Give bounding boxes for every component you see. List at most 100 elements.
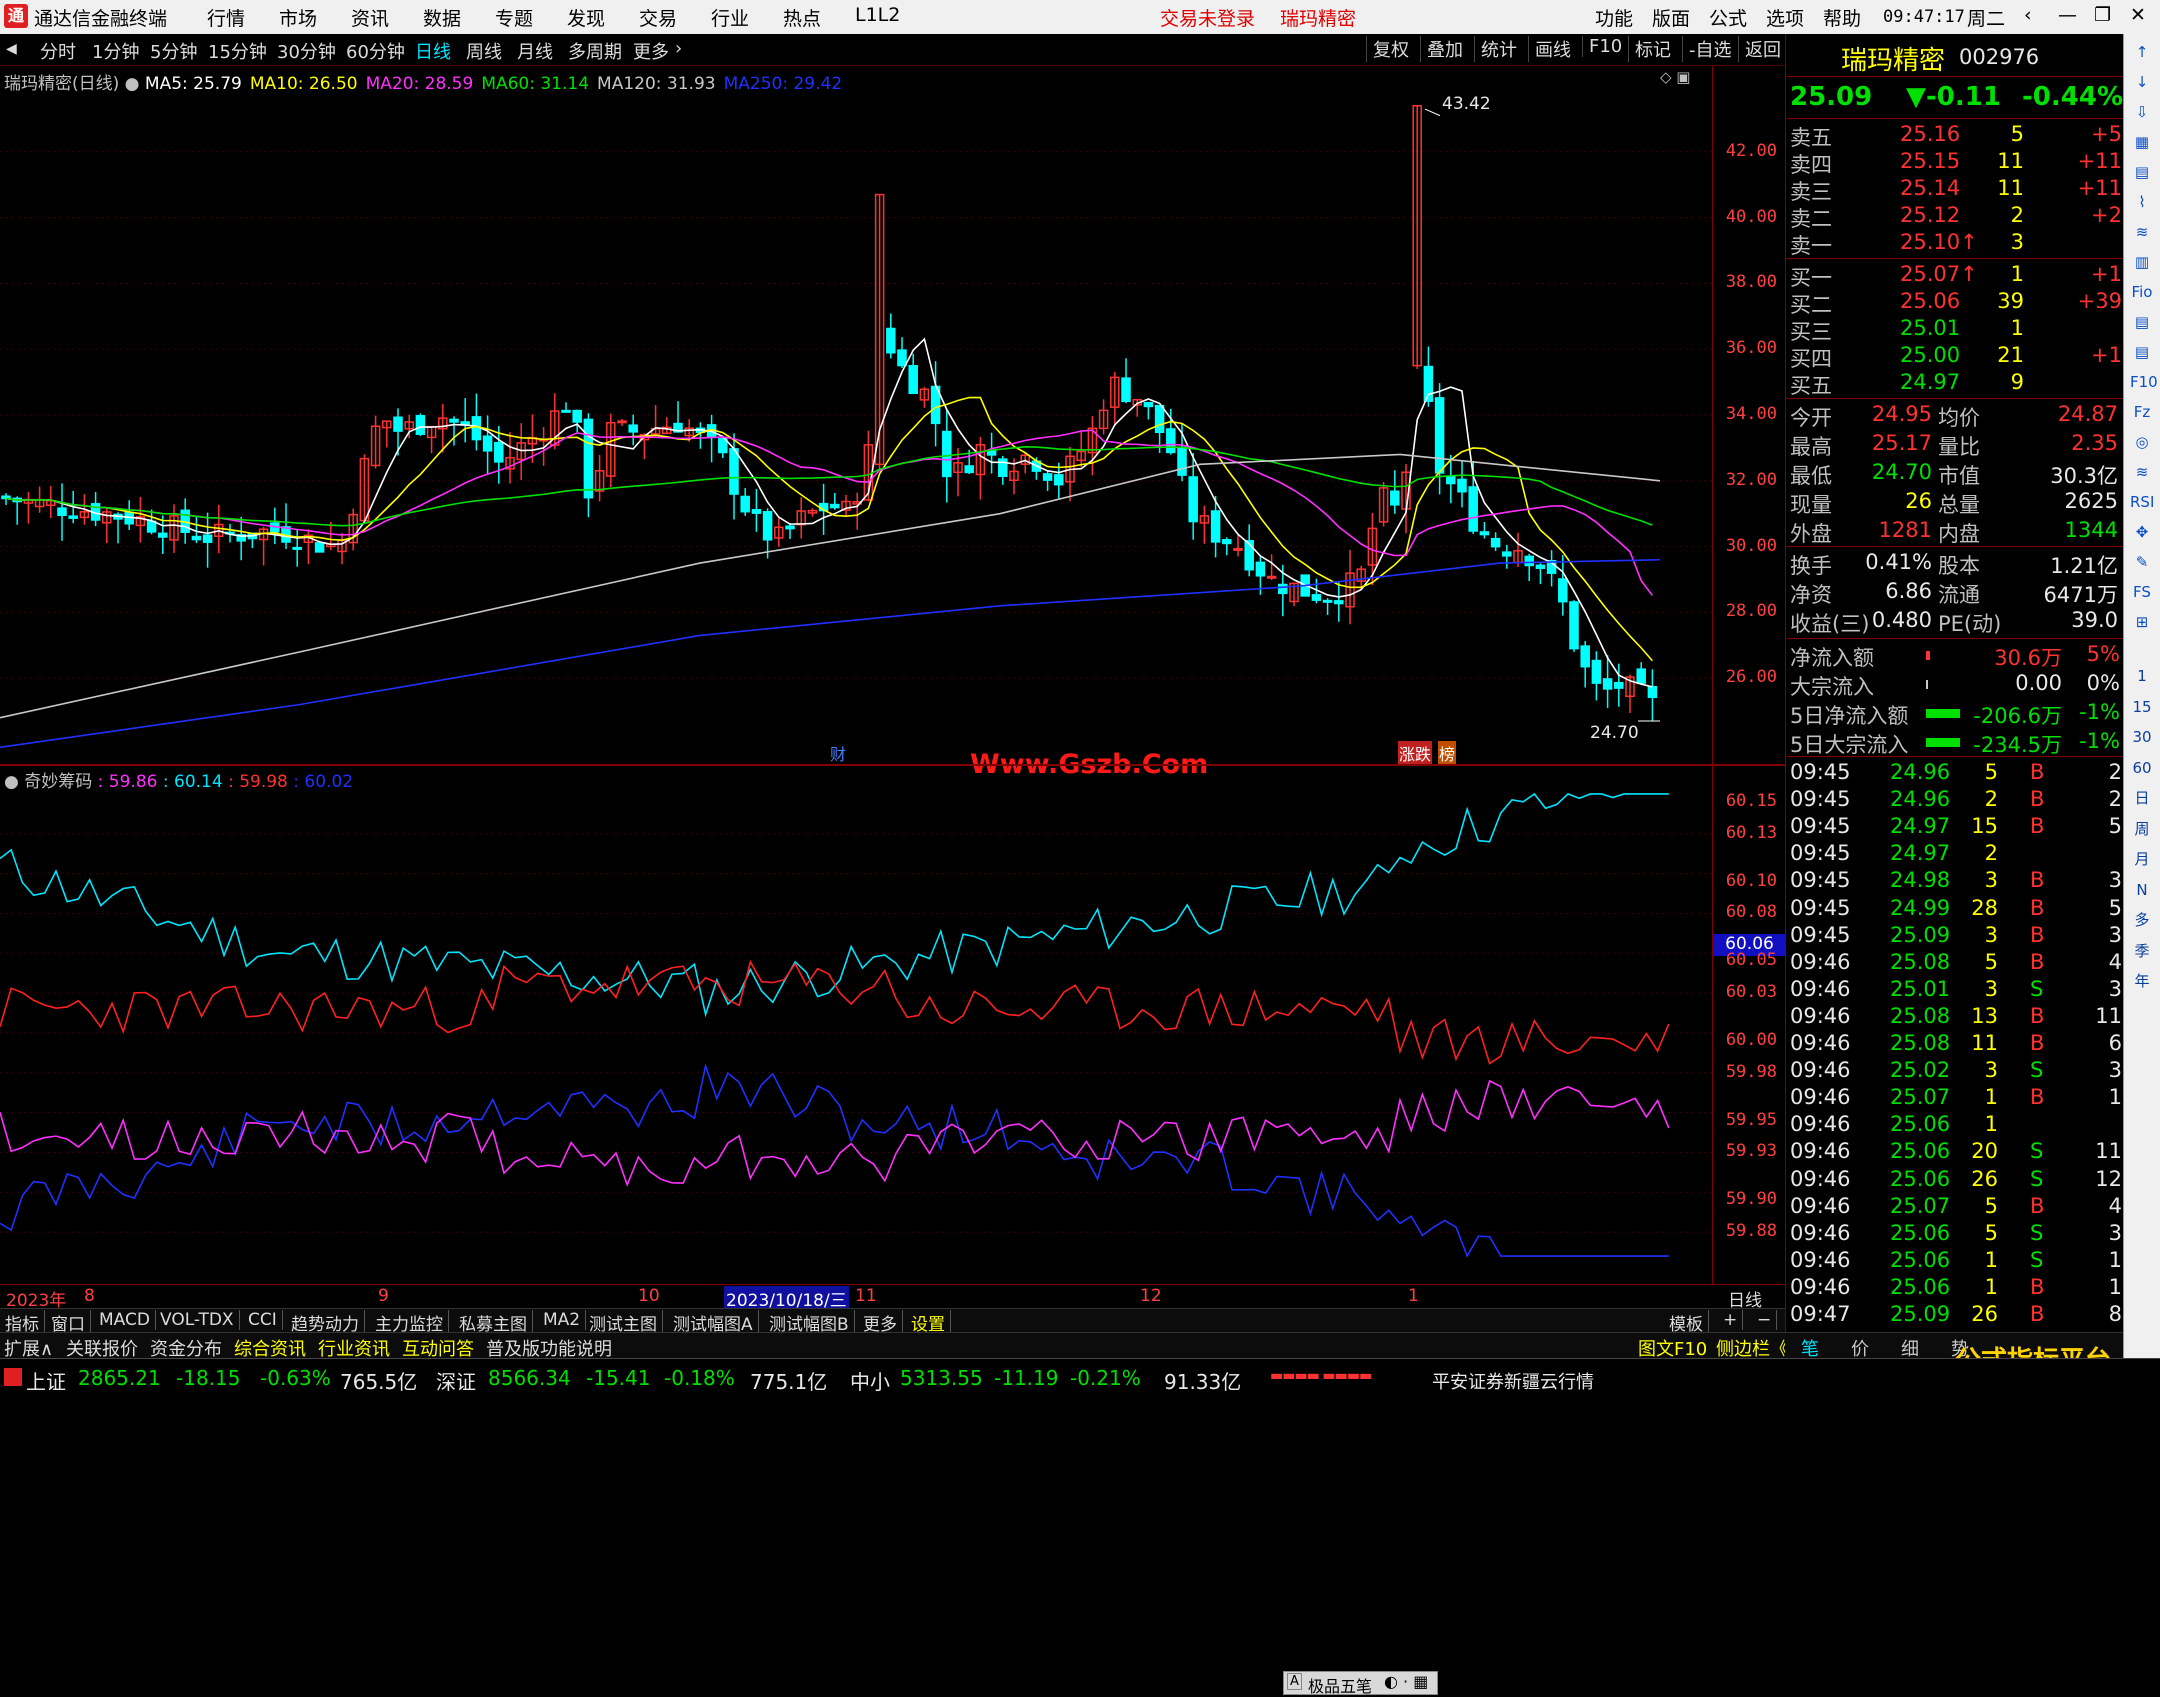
btn-diejia[interactable]: 叠加 [1420,36,1469,62]
tool-icon-19[interactable]: ⊞ [2130,610,2154,634]
event-bang[interactable]: 榜 [1438,741,1457,765]
tool-icon-12[interactable]: Fz [2130,400,2154,424]
tool-icon-10[interactable]: ▤ [2130,340,2154,364]
chevron-right-icon[interactable]: › [675,38,682,59]
tool-icon-18[interactable]: FS [2130,580,2154,604]
ime-icon[interactable]: A [1287,1673,1302,1690]
menu-gongneng[interactable]: 功能 [1595,4,1633,31]
tool-icon-20[interactable]: 1 [2130,664,2154,688]
period-1min[interactable]: 1分钟 [92,38,139,64]
tool-icon-5[interactable]: ⌇ [2130,190,2154,214]
diamond-icon[interactable]: ◇ ▣ [1660,68,1690,86]
close-icon[interactable]: ✕ [2130,4,2146,26]
menu-bangzhu[interactable]: 帮助 [1823,4,1861,31]
tab-add[interactable]: + [1718,1310,1744,1330]
tool-icon-24[interactable]: 日 [2130,786,2154,810]
period-60min[interactable]: 60分钟 [346,38,405,64]
ask-row-1[interactable]: 卖四 25.15 11 +11 [1786,149,2124,177]
period-daily[interactable]: 日线 [415,38,451,64]
ask-row-3[interactable]: 卖二 25.12 2 +2 [1786,203,2124,231]
bid-row-2[interactable]: 买三 25.01 1 [1786,316,2124,344]
btn-huaxian[interactable]: 画线 [1528,36,1577,62]
ime-moon-icon[interactable]: ◐ · ▦ [1384,1672,1428,1691]
minimize-icon[interactable]: — [2058,4,2077,26]
sh-name[interactable]: 上证 [26,1366,66,1395]
bid-row-0[interactable]: 买一 25.07↑ 1 +1 [1786,262,2124,290]
tool-icon-26[interactable]: 月 [2130,847,2154,871]
tool-icon-4[interactable]: ▤ [2130,160,2154,184]
event-zhangdie[interactable]: 涨跌 [1398,741,1433,765]
tool-icon-16[interactable]: ✥ [2130,520,2154,544]
period-15min[interactable]: 15分钟 [208,38,267,64]
bid-row-4[interactable]: 买五 24.97 9 [1786,370,2124,398]
restore-icon[interactable]: ❐ [2094,4,2111,26]
period-monthly[interactable]: 月线 [517,38,553,64]
bid-row-1[interactable]: 买二 25.06 39 +39 [1786,289,2124,317]
btn-fanhui[interactable]: 返回 [1738,36,1787,62]
tool-icon-14[interactable]: ≋ [2130,460,2154,484]
tool-icon-29[interactable]: 季 [2130,939,2154,963]
tool-icon-7[interactable]: ▥ [2130,250,2154,274]
collapse-icon[interactable]: ◀ [6,41,17,57]
tab-macd[interactable]: MACD [94,1310,156,1330]
menu-faxian[interactable]: 发现 [567,4,605,31]
settings-dot-icon[interactable]: ● [125,74,140,94]
tool-icon-22[interactable]: 30 [2130,725,2154,749]
menu-jiaoyi[interactable]: 交易 [639,4,677,31]
btn-fuquan[interactable]: 复权 [1366,36,1415,62]
server-name[interactable]: 平安证券新疆云行情 [1432,1368,1594,1394]
menu-l1l2[interactable]: L1L2 [855,4,900,26]
tool-icon-25[interactable]: 周 [2130,817,2154,841]
tool-icon-28[interactable]: 多 [2130,908,2154,932]
btn-tongji[interactable]: 统计 [1474,36,1523,62]
tab-cci[interactable]: CCI [243,1310,283,1330]
tab-remove[interactable]: − [1752,1310,1778,1330]
indicator-chart[interactable]: ● 奇妙筹码 : 59.86 : 60.14 : 59.98 : 60.02 A… [0,764,1712,1696]
tool-icon-30[interactable]: 年 [2130,969,2154,993]
tab-ma2[interactable]: MA2 [538,1310,587,1330]
menu-zixun[interactable]: 资讯 [351,4,389,31]
tab-vol[interactable]: VOL-TDX [155,1310,240,1330]
btn-f10[interactable]: F10 [1582,36,1628,57]
btn-biaoji[interactable]: 标记 [1628,36,1677,62]
settings-dot-icon[interactable]: ● [4,772,19,792]
period-30min[interactable]: 30分钟 [277,38,336,64]
menu-gongshi[interactable]: 公式 [1709,4,1747,31]
menu-redian[interactable]: 热点 [783,4,821,31]
ime-popup[interactable]: A 极品五笔 ◐ · ▦ [1283,1671,1438,1696]
menu-zhuanti[interactable]: 专题 [495,4,533,31]
tool-icon-23[interactable]: 60 [2130,756,2154,780]
tool-icon-27[interactable]: N [2130,878,2154,902]
tool-icon-6[interactable]: ≋ [2130,220,2154,244]
period-weekly[interactable]: 周线 [466,38,502,64]
bid-row-3[interactable]: 买四 25.00 21 +1 [1786,343,2124,371]
ask-row-0[interactable]: 卖五 25.16 5 +5 [1786,122,2124,150]
trade-status[interactable]: 交易未登录 [1160,4,1255,31]
ask-row-4[interactable]: 卖一 25.10↑ 3 [1786,230,2124,258]
kline-chart[interactable]: 瑞玛精密(日线) ● MA5: 25.79 MA10: 26.50 MA20: 28… [0,66,1712,780]
btn-zixuan[interactable]: -自选 [1682,36,1738,62]
menu-xuanxiang[interactable]: 选项 [1766,4,1804,31]
period-fenshi[interactable]: 分时 [40,38,76,64]
tool-icon-9[interactable]: ▤ [2130,310,2154,334]
zx-name[interactable]: 中小 [850,1366,890,1395]
tool-icon-0[interactable]: ↑ [2130,40,2154,64]
back-icon[interactable]: ‹ [2024,4,2032,26]
tool-icon-11[interactable]: F10 [2130,370,2158,394]
period-5min[interactable]: 5分钟 [150,38,197,64]
menu-shuju[interactable]: 数据 [423,4,461,31]
tool-icon-21[interactable]: 15 [2130,695,2154,719]
ask-row-2[interactable]: 卖三 25.14 11 +11 [1786,176,2124,204]
period-more[interactable]: 更多 [633,38,669,64]
tool-icon-13[interactable]: ◎ [2130,430,2154,454]
sz-name[interactable]: 深证 [436,1366,476,1395]
tool-icon-2[interactable]: ⇩ [2130,100,2154,124]
tool-icon-15[interactable]: RSI [2130,490,2154,514]
tool-icon-8[interactable]: Fio [2130,280,2154,304]
event-cai[interactable]: 财 [830,741,846,765]
tool-icon-17[interactable]: ✎ [2130,550,2154,574]
menu-banmian[interactable]: 版面 [1652,4,1690,31]
tool-icon-1[interactable]: ↓ [2130,70,2154,94]
period-multi[interactable]: 多周期 [568,38,622,64]
tool-icon-3[interactable]: ▦ [2130,130,2154,154]
